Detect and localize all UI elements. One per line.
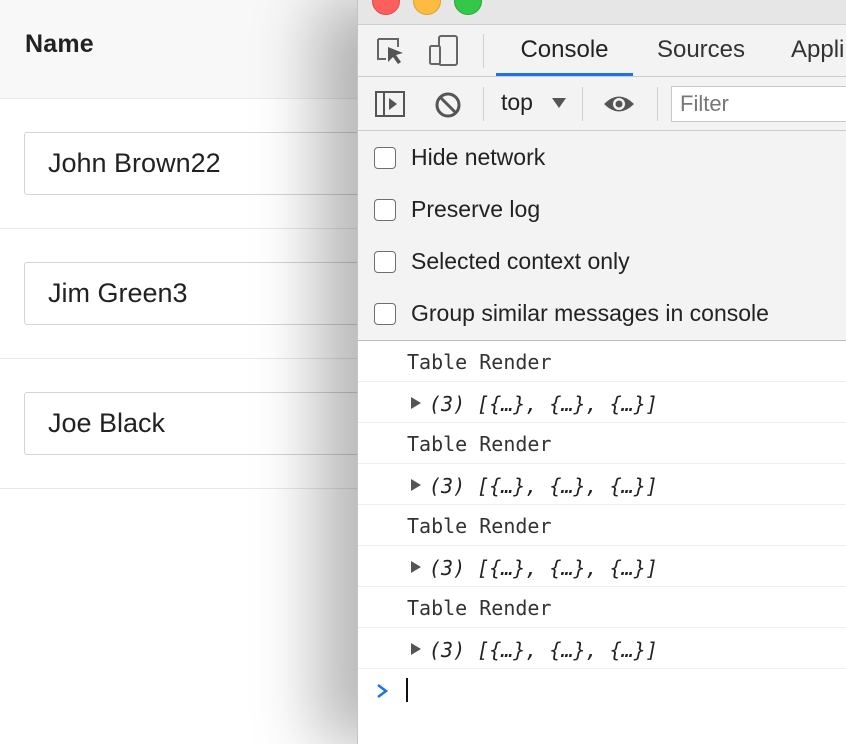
console-settings-pane: Hide network Preserve log Selected conte… bbox=[358, 131, 846, 341]
expand-triangle-icon[interactable] bbox=[410, 560, 422, 574]
sidebar-toggle-icon[interactable] bbox=[374, 90, 406, 118]
device-toggle-icon[interactable] bbox=[428, 34, 460, 68]
console-message: Table Render bbox=[358, 505, 846, 546]
console-object-preview[interactable]: (3) [{…}, {…}, {…}] bbox=[429, 392, 658, 416]
console-message: Table Render bbox=[358, 341, 846, 382]
console-log-text: Table Render bbox=[407, 432, 552, 456]
console-message[interactable]: (3) [{…}, {…}, {…}] bbox=[358, 464, 846, 505]
expand-triangle-icon[interactable] bbox=[410, 396, 422, 410]
expand-triangle-icon[interactable] bbox=[410, 478, 422, 492]
prompt-chevron-icon bbox=[377, 684, 389, 698]
tab-sources[interactable]: Sources bbox=[646, 25, 756, 76]
setting-label: Preserve log bbox=[411, 196, 541, 222]
group-similar-checkbox[interactable] bbox=[374, 303, 396, 325]
setting-label: Group similar messages in console bbox=[411, 300, 769, 326]
eye-icon[interactable] bbox=[602, 93, 636, 115]
setting-label: Selected context only bbox=[411, 248, 630, 274]
console-message: Table Render bbox=[358, 587, 846, 628]
minimize-window-button[interactable] bbox=[413, 0, 441, 15]
selected-context-only-checkbox[interactable] bbox=[374, 251, 396, 273]
tab-application[interactable]: Appli bbox=[791, 25, 846, 76]
context-selector[interactable]: top bbox=[501, 89, 533, 116]
column-header-name: Name bbox=[25, 30, 94, 58]
close-window-button[interactable] bbox=[372, 0, 400, 15]
console-log-text: Table Render bbox=[407, 514, 552, 538]
toolbar-separator bbox=[582, 87, 583, 121]
zoom-window-button[interactable] bbox=[454, 0, 482, 15]
hide-network-checkbox[interactable] bbox=[374, 147, 396, 169]
console-log-text: Table Render bbox=[407, 596, 552, 620]
console-object-preview[interactable]: (3) [{…}, {…}, {…}] bbox=[429, 638, 658, 662]
console-input-caret[interactable] bbox=[406, 678, 408, 702]
dropdown-caret-icon[interactable] bbox=[551, 97, 567, 109]
console-message[interactable]: (3) [{…}, {…}, {…}] bbox=[358, 546, 846, 587]
setting-label: Hide network bbox=[411, 144, 546, 170]
inspect-element-icon[interactable] bbox=[376, 37, 406, 65]
devtools-tabbar: Console Sources Appli bbox=[358, 25, 846, 77]
console-message: Table Render bbox=[358, 423, 846, 464]
toolbar-separator bbox=[483, 34, 484, 68]
console-object-preview[interactable]: (3) [{…}, {…}, {…}] bbox=[429, 556, 658, 580]
console-message[interactable]: (3) [{…}, {…}, {…}] bbox=[358, 382, 846, 423]
clear-console-icon[interactable] bbox=[434, 91, 462, 119]
console-log-text: Table Render bbox=[407, 350, 552, 374]
console-object-preview[interactable]: (3) [{…}, {…}, {…}] bbox=[429, 474, 658, 498]
preserve-log-checkbox[interactable] bbox=[374, 199, 396, 221]
expand-triangle-icon[interactable] bbox=[410, 642, 422, 656]
console-output[interactable]: Table Render (3) [{…}, {…}, {…}] Table R… bbox=[358, 341, 846, 744]
toolbar-separator bbox=[657, 87, 658, 121]
toolbar-separator bbox=[483, 87, 484, 121]
console-toolbar: top bbox=[358, 77, 846, 131]
devtools-panel: Console Sources Appli top Filter Hide ne… bbox=[357, 0, 846, 744]
console-filter-input[interactable] bbox=[671, 86, 846, 122]
window-titlebar bbox=[358, 0, 846, 25]
console-message[interactable]: (3) [{…}, {…}, {…}] bbox=[358, 628, 846, 669]
tab-console[interactable]: Console bbox=[496, 25, 633, 76]
